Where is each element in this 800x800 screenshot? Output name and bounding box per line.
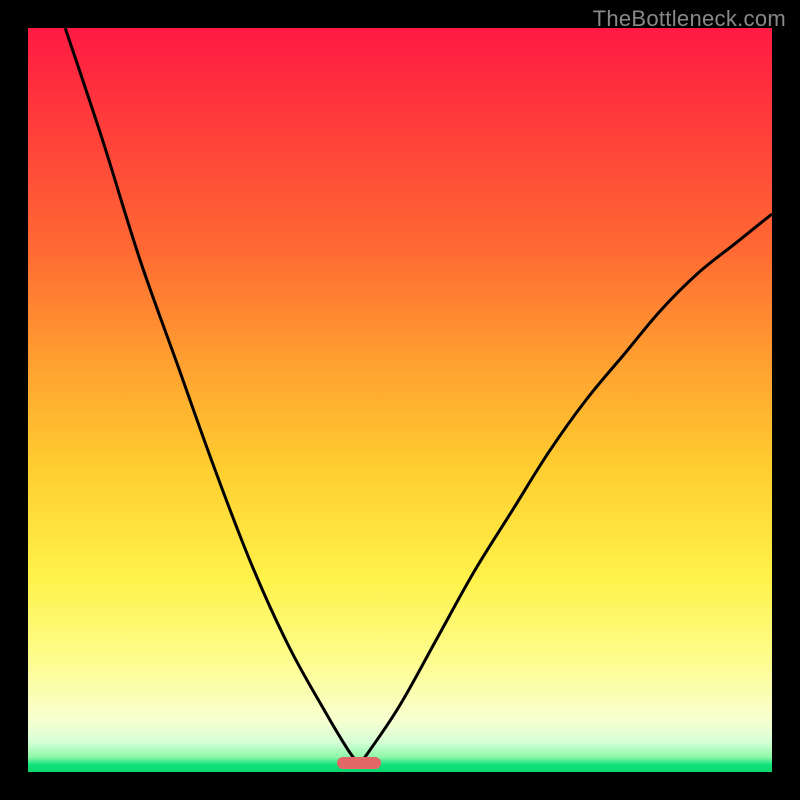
- chart-frame: TheBottleneck.com: [0, 0, 800, 800]
- plot-area: [28, 28, 772, 772]
- bottleneck-curve: [28, 28, 772, 772]
- optimum-marker: [337, 757, 381, 769]
- curve-right-arm: [359, 214, 772, 765]
- curve-left-arm: [65, 28, 359, 765]
